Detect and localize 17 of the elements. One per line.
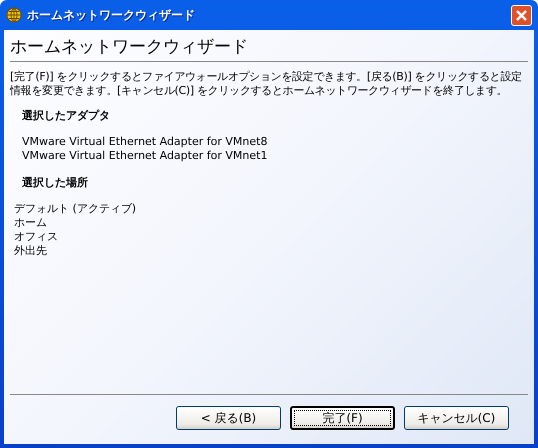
globe-icon <box>6 7 22 23</box>
wizard-button[interactable]: キャンセル(C) <box>404 406 509 430</box>
wizard-heading: ホームネットワークウィザード <box>10 35 528 62</box>
list-item: ホーム <box>14 216 48 230</box>
list-item: VMware Virtual Ethernet Adapter for VMnet8 <box>22 135 268 149</box>
list-item: 外出先 <box>14 244 48 258</box>
instruction-text: [完了(F)] をクリックするとファイアウォールオプションを設定できます。[戻る(B)] をクリックすると設定情報を変更できます。[キャンセル(C)] をクリックするとホームネットワークウィザードを終了します。 <box>10 70 523 98</box>
section-heading: 選択した場所 <box>21 175 89 190</box>
list-item: デフォルト (アクティブ) <box>14 202 138 216</box>
window-title: ホームネットワークウィザード <box>27 6 196 24</box>
close-icon <box>515 8 528 22</box>
wizard-button[interactable]: < 戻る(B) <box>176 406 281 430</box>
list-item: オフィス <box>14 230 59 244</box>
list-item: VMware Virtual Ethernet Adapter for VMnet1 <box>22 149 268 163</box>
close-button[interactable] <box>511 4 532 26</box>
wizard-button[interactable]: 完了(F) <box>290 406 395 430</box>
section-heading: 選択したアダプタ <box>22 108 111 123</box>
